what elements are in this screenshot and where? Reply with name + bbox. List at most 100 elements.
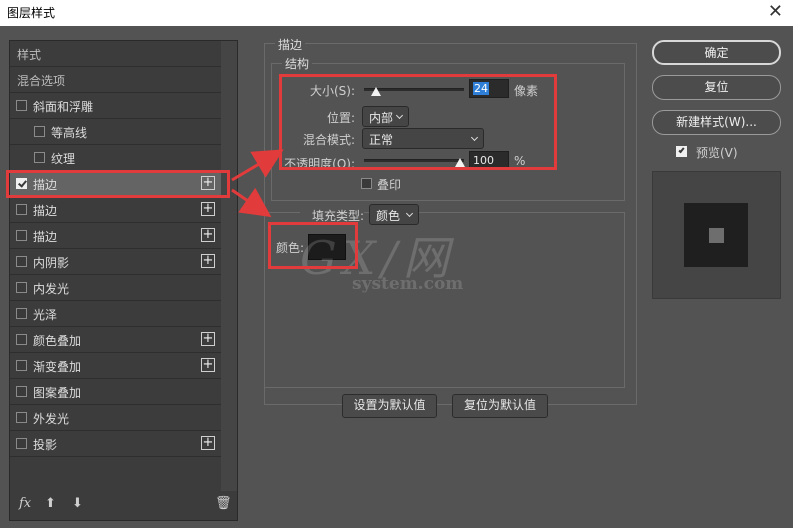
styles-list-footer: fx ⬆ ⬇ 🗑 [10,489,237,520]
opacity-input[interactable]: 100 [469,151,509,170]
style-item[interactable]: 投影 + [10,431,222,457]
layer-style-dialog: 样式 混合选项 斜面和浮雕 等高线 纹理 描边 + 描边 + 描边 + 内阴影 + 内发光 光泽 颜色叠加 + 渐… [0,26,793,528]
style-item[interactable]: 颜色叠加 + [10,327,222,353]
style-item-checkbox[interactable] [16,412,27,423]
preview-checkbox[interactable] [676,146,687,157]
reset-button[interactable]: 复位 [652,75,781,100]
style-item-label: 渐变叠加 [33,360,82,374]
position-value: 内部 [369,111,394,125]
style-item-label: 内发光 [33,282,70,296]
size-label: 大小(S): [309,84,355,98]
structure-title: 结构 [282,55,313,72]
style-item-checkbox[interactable] [16,230,27,241]
styles-list-scrollbar[interactable] [221,41,237,491]
style-item-checkbox[interactable] [16,438,27,449]
add-icon[interactable]: + [201,358,215,372]
style-item-checkbox[interactable] [16,256,27,267]
ok-button[interactable]: 确定 [652,40,781,65]
style-item-label: 描边 [33,204,58,218]
style-item-label: 样式 [17,48,42,62]
set-default-button[interactable]: 设置为默认值 [342,394,437,418]
style-item[interactable]: 描边 + [10,197,222,223]
chevron-down-icon [470,133,479,142]
move-up-icon[interactable]: ⬆ [45,496,56,511]
style-item-checkbox[interactable] [34,152,45,163]
blend-mode-label: 混合模式: [302,133,355,147]
style-item-label: 颜色叠加 [33,334,82,348]
style-item-checkbox[interactable] [16,100,27,111]
close-icon[interactable]: ✕ [768,1,783,23]
style-item-checkbox[interactable] [16,334,27,345]
add-icon[interactable]: + [201,202,215,216]
preview-area [652,171,781,299]
add-icon[interactable]: + [201,436,215,450]
style-item[interactable]: 描边 + [10,171,222,197]
opacity-label: 不透明度(O): [284,157,355,171]
chevron-down-icon [395,111,404,120]
overprint-checkbox[interactable] [361,178,372,189]
style-item[interactable]: 内发光 [10,275,222,301]
style-item[interactable]: 等高线 [10,119,222,145]
style-item-label: 描边 [33,178,58,192]
chevron-down-icon [405,209,414,218]
style-item-label: 纹理 [51,152,76,166]
fx-icon[interactable]: fx [19,496,31,511]
color-swatch[interactable] [308,234,346,260]
opacity-unit: % [514,154,526,168]
blend-mode-select[interactable]: 正常 [362,128,484,149]
style-item-label: 投影 [33,438,58,452]
style-item-label: 描边 [33,230,58,244]
add-icon[interactable]: + [201,228,215,242]
size-input[interactable]: 24 [469,79,509,98]
style-item-label: 图案叠加 [33,386,82,400]
style-item[interactable]: 斜面和浮雕 [10,93,222,119]
fill-type-select[interactable]: 颜色 [369,204,419,225]
size-slider-thumb[interactable] [371,87,381,96]
fill-type-label: 填充类型: [300,207,364,224]
styles-list: 样式 混合选项 斜面和浮雕 等高线 纹理 描边 + 描边 + 描边 + 内阴影 + 内发光 光泽 颜色叠加 + 渐… [10,41,222,491]
style-item-checkbox[interactable] [16,282,27,293]
style-item-checkbox[interactable] [34,126,45,137]
preview-label: 预览(V) [696,146,738,160]
style-item-label: 外发光 [33,412,70,426]
style-item-checkbox[interactable] [16,204,27,215]
position-select[interactable]: 内部 [362,106,409,127]
overprint-label: 叠印 [377,178,402,192]
style-item[interactable]: 样式 [10,41,222,67]
style-item[interactable]: 外发光 [10,405,222,431]
window-title: 图层样式 [7,6,56,20]
position-label: 位置: [326,111,355,125]
style-item[interactable]: 混合选项 [10,67,222,93]
style-item-label: 光泽 [33,308,58,322]
style-item-label: 斜面和浮雕 [33,100,94,114]
add-icon[interactable]: + [201,254,215,268]
add-icon[interactable]: + [201,176,215,190]
style-item-checkbox[interactable] [16,360,27,371]
opacity-slider-track[interactable] [364,159,464,162]
styles-list-panel: 样式 混合选项 斜面和浮雕 等高线 纹理 描边 + 描边 + 描边 + 内阴影 + 内发光 光泽 颜色叠加 + 渐… [9,40,238,521]
blend-mode-value: 正常 [369,133,394,147]
style-item[interactable]: 描边 + [10,223,222,249]
fill-type-value: 颜色 [376,209,401,223]
move-down-icon[interactable]: ⬇ [72,496,83,511]
style-item-label: 混合选项 [17,74,66,88]
style-item[interactable]: 纹理 [10,145,222,171]
trash-icon[interactable]: 🗑 [215,496,232,511]
color-label: 颜色: [276,241,305,255]
size-unit: 像素 [514,84,539,98]
stroke-section-title: 描边 [275,36,306,53]
add-icon[interactable]: + [201,332,215,346]
reset-default-button[interactable]: 复位为默认值 [452,394,548,418]
new-style-button[interactable]: 新建样式(W)... [652,110,781,135]
style-item-checkbox[interactable] [16,386,27,397]
style-item[interactable]: 渐变叠加 + [10,353,222,379]
opacity-slider-thumb[interactable] [455,158,465,167]
preview-inner-box [709,228,724,243]
style-item[interactable]: 内阴影 + [10,249,222,275]
style-item-label: 等高线 [51,126,88,140]
style-item-label: 内阴影 [33,256,70,270]
style-item-checkbox[interactable] [16,178,27,189]
style-item[interactable]: 光泽 [10,301,222,327]
style-item[interactable]: 图案叠加 [10,379,222,405]
style-item-checkbox[interactable] [16,308,27,319]
